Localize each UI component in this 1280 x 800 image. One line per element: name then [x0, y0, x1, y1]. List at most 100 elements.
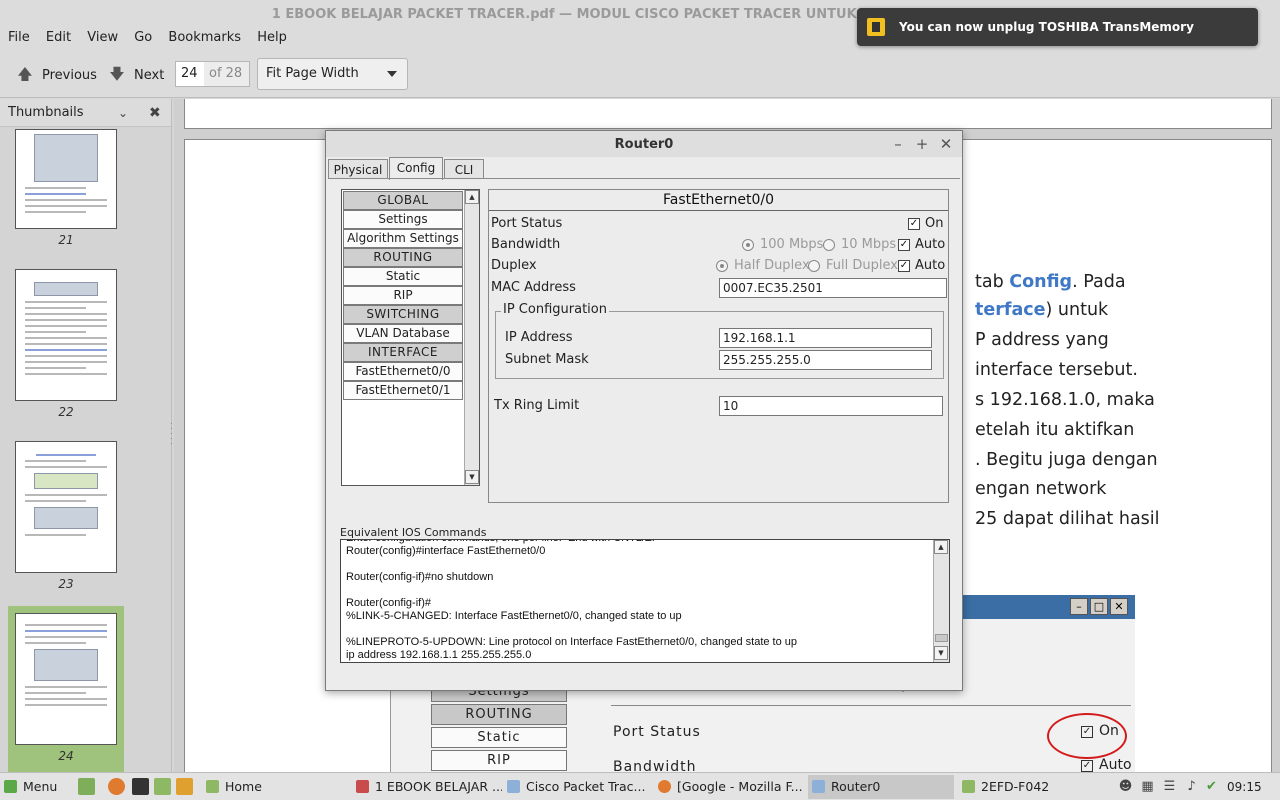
notification-toast[interactable]: You can now unplug TOSHIBA TransMemory — [857, 8, 1258, 46]
nav-scrollbar[interactable]: ▲ ▼ — [464, 190, 479, 485]
firefox-icon[interactable] — [108, 778, 125, 795]
task-firefox[interactable]: [Google - Mozilla F... — [658, 775, 804, 799]
terminal-icon[interactable] — [132, 778, 149, 795]
menu-help[interactable]: Help — [249, 28, 291, 48]
nav-fastethernet0-0[interactable]: FastEthernet0/0 — [343, 362, 463, 381]
interface-title: FastEthernet0/0 — [489, 190, 948, 211]
next-button[interactable]: 🡇 Next — [108, 64, 164, 84]
previous-page-bottom — [184, 99, 1272, 129]
thumbnail-page[interactable] — [15, 441, 117, 573]
menu-go[interactable]: Go — [126, 28, 156, 48]
config-nav-list: GLOBAL Settings Algorithm Settings ROUTI… — [341, 189, 480, 486]
thumbnail-page[interactable] — [15, 269, 117, 401]
network-icon[interactable]: ☰ — [1162, 779, 1177, 794]
close-icon[interactable]: ✕ — [937, 133, 955, 155]
device-icon[interactable]: ▦ — [1140, 779, 1155, 794]
figure-bandwidth: Bandwidth — [613, 759, 697, 772]
duplex-auto-label: Auto — [915, 258, 946, 273]
maximize-icon[interactable]: + — [913, 133, 931, 155]
ios-commands-label: Equivalent IOS Commands — [340, 526, 487, 539]
nav-static[interactable]: Static — [343, 267, 463, 286]
sidebar-resize-handle[interactable]: ..... — [170, 418, 176, 450]
doc-line: engan network — [975, 479, 1107, 499]
scroll-down-icon[interactable]: ▼ — [465, 470, 479, 484]
chevron-down-icon[interactable]: ⌄ — [118, 99, 128, 127]
packet-tracer-icon — [507, 780, 520, 793]
show-desktop-icon[interactable] — [78, 778, 95, 795]
scroll-thumb[interactable] — [935, 634, 948, 642]
pdf-icon — [356, 780, 369, 793]
nav-settings[interactable]: Settings — [343, 210, 463, 229]
previous-label: Previous — [42, 68, 97, 83]
scroll-down-icon[interactable]: ▼ — [934, 646, 948, 660]
volume-icon[interactable]: ♪ — [1184, 779, 1199, 794]
zoom-select[interactable]: Fit Page Width — [257, 58, 408, 90]
duplex-auto-checkbox[interactable]: ✓ — [898, 260, 910, 272]
nav-algorithm-settings[interactable]: Algorithm Settings — [343, 229, 463, 248]
doc-line: 25 dapat dilihat hasil — [975, 509, 1160, 529]
user-icon[interactable]: ☻ — [1118, 779, 1133, 794]
taskbar: Menu Home 1 EBOOK BELAJAR ... Cisco Pack… — [0, 772, 1280, 800]
port-status-checkbox[interactable]: ✓ — [908, 218, 920, 230]
tab-divider — [328, 178, 960, 179]
full-duplex-radio[interactable] — [808, 260, 820, 272]
mint-logo-icon — [4, 780, 17, 793]
page-count: of 28 — [204, 61, 250, 87]
ip-address-field[interactable]: 192.168.1.1 — [719, 328, 932, 348]
task-home[interactable]: Home — [206, 775, 352, 799]
sidebar-title[interactable]: Thumbnails — [8, 105, 84, 120]
subnet-mask-field[interactable]: 255.255.255.0 — [719, 350, 932, 370]
red-circle-annotation — [1047, 713, 1127, 759]
sidebar: Thumbnails ⌄ ✖ 21 22 23 24 — [0, 99, 172, 772]
ios-commands-box[interactable]: Enter configuration commands, one per li… — [340, 539, 950, 663]
nav-rip[interactable]: RIP — [343, 286, 463, 305]
scroll-up-icon[interactable]: ▲ — [934, 540, 948, 554]
bandwidth-10-radio[interactable] — [823, 239, 835, 251]
files-icon[interactable] — [154, 778, 171, 795]
menu-edit[interactable]: Edit — [38, 28, 75, 48]
menu-view[interactable]: View — [79, 28, 122, 48]
tab-config[interactable]: Config — [389, 157, 443, 180]
tab-cli[interactable]: CLI — [444, 159, 484, 179]
nav-fastethernet0-1[interactable]: FastEthernet0/1 — [343, 381, 463, 400]
on-label: On — [925, 216, 944, 231]
sidebar-header: Thumbnails ⌄ ✖ — [0, 99, 171, 127]
duplex-label: Duplex — [491, 258, 537, 273]
task-usb-drive[interactable]: 2EFD-F042 — [962, 775, 1108, 799]
figure-auto-checkbox: ✓ Auto — [1081, 757, 1132, 772]
thumbnail-page-number: 22 — [58, 405, 74, 419]
ip-address-label: IP Address — [505, 330, 573, 345]
mac-address-field[interactable]: 0007.EC35.2501 — [719, 278, 947, 298]
bandwidth-10-label: 10 Mbps — [841, 237, 897, 252]
subnet-mask-label: Subnet Mask — [505, 352, 589, 367]
nav-interface: INTERFACE — [343, 343, 463, 362]
menu-bookmarks[interactable]: Bookmarks — [160, 28, 245, 48]
scroll-up-icon[interactable]: ▲ — [465, 190, 479, 204]
task-router0[interactable]: Router0 — [808, 775, 954, 799]
shield-icon[interactable]: ✔ — [1204, 779, 1219, 794]
task-packet-tracer[interactable]: Cisco Packet Trac... — [507, 775, 653, 799]
close-icon[interactable]: ✖ — [149, 99, 161, 127]
arrow-down-icon: 🡇 — [109, 65, 125, 83]
task-evince[interactable]: 1 EBOOK BELAJAR ... — [356, 775, 502, 799]
tx-ring-limit-label: Tx Ring Limit — [494, 398, 580, 413]
minimize-icon: – — [1070, 598, 1088, 615]
bandwidth-100-radio[interactable] — [742, 239, 754, 251]
folder-icon — [206, 780, 219, 793]
tab-physical[interactable]: Physical — [328, 159, 388, 179]
start-menu-button[interactable]: Menu — [4, 775, 68, 799]
thumbnail-page[interactable] — [15, 129, 117, 229]
half-duplex-radio[interactable] — [716, 260, 728, 272]
previous-button[interactable]: 🡅 Previous — [16, 64, 97, 84]
bandwidth-auto-checkbox[interactable]: ✓ — [898, 239, 910, 251]
tx-ring-limit-field[interactable]: 10 — [719, 396, 943, 416]
clock[interactable]: 09:15 — [1227, 773, 1262, 800]
nav-vlan-database[interactable]: VLAN Database — [343, 324, 463, 343]
minimize-icon[interactable]: – — [889, 133, 907, 155]
dialog-title: Router0 — [326, 131, 962, 157]
page-number-input[interactable]: 24 — [175, 61, 205, 87]
ios-scrollbar[interactable]: ▲ ▼ — [933, 540, 949, 662]
thumbnail-page-selected[interactable] — [15, 613, 117, 745]
software-icon[interactable] — [176, 778, 193, 795]
menu-file[interactable]: File — [0, 28, 34, 48]
